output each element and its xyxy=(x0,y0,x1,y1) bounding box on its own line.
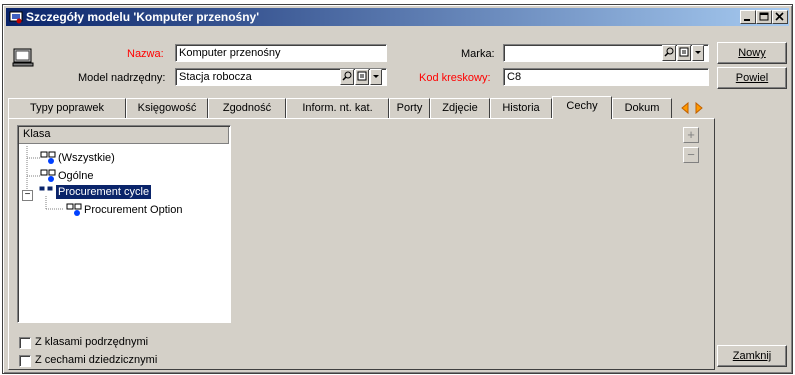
window-title: Szczegóły modelu 'Komputer przenośny' xyxy=(26,10,260,24)
minimize-icon xyxy=(744,19,750,21)
tab-typy-poprawek[interactable]: Typy poprawek xyxy=(8,98,126,118)
close-button-label: Zamknij xyxy=(732,350,772,362)
class-node-icon xyxy=(40,169,56,182)
marka-details-button[interactable] xyxy=(677,45,691,61)
new-button-label: Nowy xyxy=(738,47,766,59)
close-window-button[interactable] xyxy=(772,10,788,24)
marka-label: Marka: xyxy=(461,48,495,60)
tab-porty[interactable]: Porty xyxy=(389,98,430,118)
nazwa-field[interactable]: Komputer przenośny xyxy=(175,44,387,62)
class-node-icon xyxy=(38,185,54,192)
tab-dokumenty[interactable]: Dokum xyxy=(612,98,672,118)
duplicate-button[interactable]: Powiel xyxy=(717,67,787,89)
magnifier-icon xyxy=(664,47,674,57)
model-details-window: Szczegóły modelu 'Komputer przenośny' Na… xyxy=(2,4,793,374)
with-inherited-features-checkbox[interactable] xyxy=(19,355,31,367)
tab-inform-nt-kat[interactable]: Inform. nt. kat. xyxy=(286,98,389,118)
with-inherited-features-label: Z cechami dziedzicznymi xyxy=(35,354,158,366)
magnifier-icon xyxy=(342,71,352,81)
model-window-icon xyxy=(9,11,23,24)
with-subclasses-label: Z klasami podrzędnymi xyxy=(35,336,149,348)
laptop-model-icon xyxy=(12,48,34,67)
tree-collapse-toggle[interactable]: − xyxy=(22,190,33,201)
tab-zdjecie[interactable]: Zdjęcie xyxy=(430,98,490,118)
add-feature-button[interactable]: + xyxy=(683,127,699,143)
model-dropdown-button[interactable] xyxy=(370,69,382,85)
model-nadrzedny-label: Model nadrzędny: xyxy=(78,72,166,84)
maximize-button[interactable] xyxy=(756,10,772,24)
tree-node-procurement-cycle[interactable]: Procurement cycle xyxy=(56,185,152,199)
form-icon xyxy=(357,71,367,81)
new-button[interactable]: Nowy xyxy=(717,42,787,64)
tree-header-klasa[interactable]: Klasa xyxy=(19,127,229,144)
class-node-icon xyxy=(40,151,56,164)
model-search-button[interactable] xyxy=(340,69,354,85)
duplicate-button-label: Powiel xyxy=(735,72,769,84)
chevron-down-icon xyxy=(373,75,379,78)
tab-historia[interactable]: Historia xyxy=(490,98,552,118)
tab-scroll-left-icon[interactable] xyxy=(678,100,692,116)
form-icon xyxy=(679,47,689,57)
nazwa-label: Nazwa: xyxy=(127,48,164,60)
maximize-icon xyxy=(759,12,769,21)
title-bar[interactable]: Szczegóły modelu 'Komputer przenośny' xyxy=(6,8,789,26)
tab-cechy[interactable]: Cechy xyxy=(552,96,612,119)
marka-dropdown-button[interactable] xyxy=(692,45,704,61)
kod-kreskowy-field[interactable]: C8 xyxy=(503,68,709,86)
chevron-down-icon xyxy=(695,51,701,54)
minimize-button[interactable] xyxy=(740,10,756,24)
tree-node-ogolne[interactable]: Ogólne xyxy=(58,169,93,183)
with-subclasses-checkbox[interactable] xyxy=(19,337,31,349)
tab-panel-cechy: Klasa − (Wszystkie) Ogólne Procurement c… xyxy=(8,118,715,370)
remove-feature-button[interactable]: − xyxy=(683,147,699,163)
close-button[interactable]: Zamknij xyxy=(717,345,787,367)
class-node-icon xyxy=(66,203,82,216)
tab-scroll-right-icon[interactable] xyxy=(692,100,706,116)
tab-ksiegowosc[interactable]: Księgowość xyxy=(126,98,208,118)
close-icon xyxy=(775,12,784,21)
tab-scroll-arrows[interactable] xyxy=(678,100,708,116)
model-details-button[interactable] xyxy=(355,69,369,85)
tree-node-procurement-option[interactable]: Procurement Option xyxy=(84,203,182,217)
class-tree[interactable]: Klasa − (Wszystkie) Ogólne Procurement c… xyxy=(17,125,231,323)
tree-node-wszystkie[interactable]: (Wszystkie) xyxy=(58,151,115,165)
tab-zgodnosc[interactable]: Zgodność xyxy=(208,98,286,118)
marka-search-button[interactable] xyxy=(662,45,676,61)
kod-kreskowy-label: Kod kreskowy: xyxy=(419,72,491,84)
